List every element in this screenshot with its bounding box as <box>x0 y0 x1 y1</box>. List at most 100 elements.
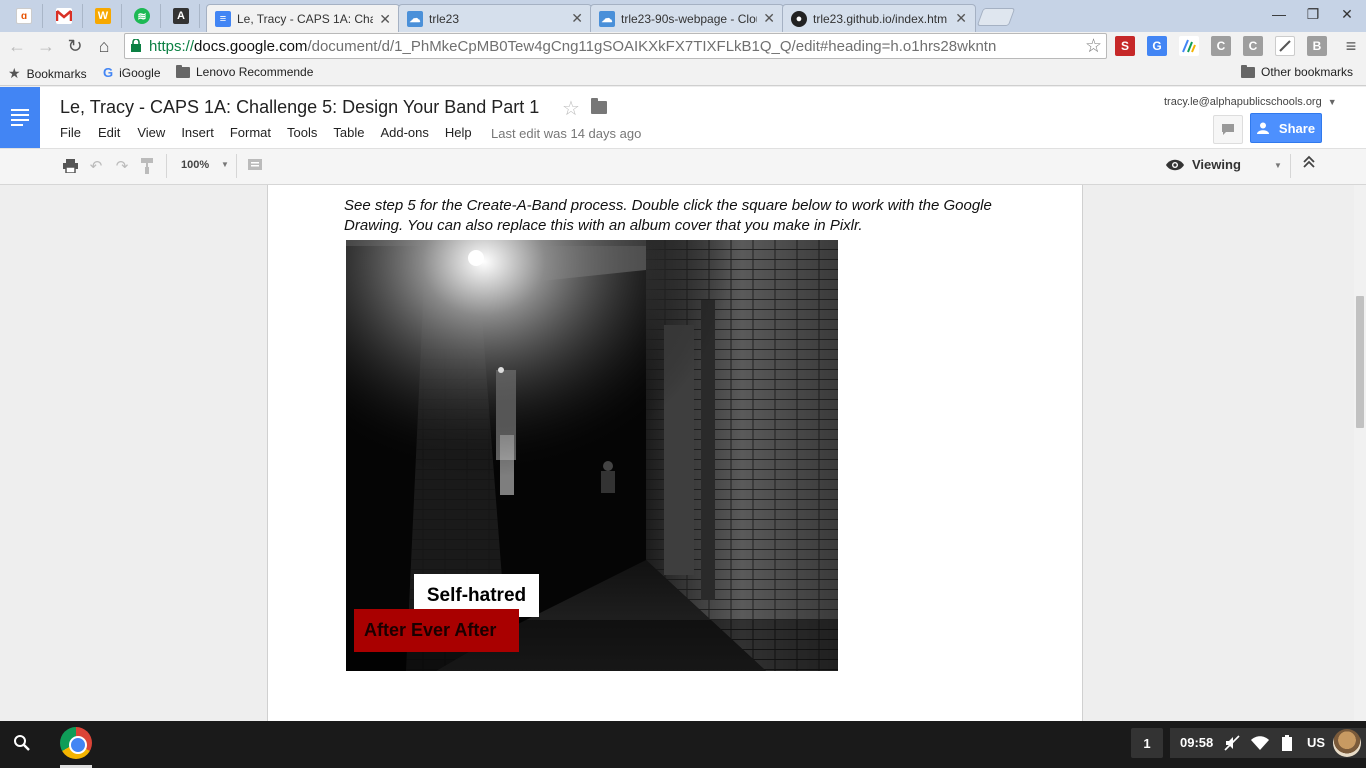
chrome-menu-icon[interactable]: ≡ <box>1342 36 1360 57</box>
docs-home-button[interactable] <box>0 87 40 148</box>
scrollbar[interactable] <box>1354 185 1366 721</box>
comment-add-icon[interactable] <box>246 157 264 175</box>
eye-icon <box>1166 159 1184 170</box>
gmail-favicon-icon <box>56 8 72 24</box>
maximize-icon[interactable]: ❐ <box>1298 6 1328 23</box>
keyboard-layout: US <box>1307 735 1326 750</box>
reload-icon[interactable]: ↻ <box>64 35 86 57</box>
chrome-app-icon[interactable] <box>60 727 92 759</box>
album-title-label: After Ever After <box>354 609 519 652</box>
account-email: tracy.le@alphapublicschools.org <box>1164 96 1322 108</box>
account-switcher[interactable]: tracy.le@alphapublicschools.org ▼ <box>1164 96 1337 108</box>
s-extension-icon[interactable]: S <box>1115 36 1135 56</box>
bookmark-label: iGoogle <box>119 65 161 80</box>
pinned-tab[interactable]: ɑ <box>6 4 43 28</box>
pinned-tab[interactable]: ≋ <box>124 4 161 28</box>
menu-help[interactable]: Help <box>445 125 472 140</box>
comment-icon <box>1222 124 1234 135</box>
tab-title: trle23.github.io/index.htm <box>813 11 948 26</box>
bookmark-label: Bookmarks <box>26 66 87 81</box>
pinned-tab[interactable]: W <box>85 4 122 28</box>
clock: 09:58 <box>1180 735 1214 750</box>
wifi-icon <box>1251 734 1269 752</box>
mode-switcher[interactable]: Viewing <box>1166 157 1241 172</box>
menu-insert[interactable]: Insert <box>181 125 214 140</box>
note-extension-icon[interactable] <box>1275 36 1295 56</box>
star-document-icon[interactable]: ☆ <box>562 96 580 121</box>
google-icon: G <box>103 65 114 80</box>
pinned-tab[interactable] <box>46 4 83 28</box>
c-extension-icon[interactable]: C <box>1211 36 1231 56</box>
bookmark-item-bookmarks[interactable]: ★ Bookmarks <box>8 65 87 82</box>
close-icon[interactable]: ✕ <box>955 10 967 27</box>
c-extension-icon[interactable]: C <box>1243 36 1263 56</box>
tab-github[interactable]: ● trle23.github.io/index.htm ✕ <box>782 4 976 32</box>
new-tab-button[interactable] <box>976 8 1016 26</box>
a-favicon-icon: A <box>173 8 189 24</box>
docs-favicon-icon: ≡ <box>215 11 231 27</box>
print-icon[interactable] <box>61 157 79 175</box>
docs-menubar: File Edit View Insert Format Tools Table… <box>60 125 472 140</box>
last-edit-link[interactable]: Last edit was 14 days ago <box>491 126 641 141</box>
folder-icon <box>1241 64 1255 78</box>
menu-add-ons[interactable]: Add-ons <box>380 125 428 140</box>
lock-icon <box>131 39 141 52</box>
close-icon[interactable]: ✕ <box>379 11 391 28</box>
folder-icon <box>176 64 190 78</box>
document-title[interactable]: Le, Tracy - CAPS 1A: Challenge 5: Design… <box>60 97 539 118</box>
menu-view[interactable]: View <box>137 125 165 140</box>
collapse-menus-icon[interactable] <box>1302 155 1316 173</box>
tab-title: Le, Tracy - CAPS 1A: Chall <box>237 12 374 26</box>
close-icon[interactable]: ✕ <box>571 10 583 27</box>
address-bar[interactable]: https://docs.google.com/document/d/1_PhM… <box>124 33 1107 59</box>
comments-button[interactable] <box>1213 115 1243 144</box>
home-icon[interactable]: ⌂ <box>93 35 115 57</box>
bookmark-label: Lenovo Recommende <box>196 65 314 79</box>
move-to-folder-icon[interactable] <box>591 98 607 114</box>
other-bookmarks[interactable]: Other bookmarks <box>1241 64 1354 79</box>
caret-down-icon[interactable]: ▼ <box>1274 161 1282 170</box>
minimize-icon[interactable]: — <box>1264 6 1294 22</box>
url-path: /document/d/1_PhMkeCpMB0Tew4gCng11gSOAIK… <box>307 38 997 55</box>
pen-extension-icon[interactable] <box>1179 36 1199 56</box>
tab-trle23[interactable]: ☁ trle23 ✕ <box>398 4 592 32</box>
undo-icon[interactable]: ↶ <box>87 157 105 175</box>
caret-down-icon: ▼ <box>1327 97 1337 107</box>
close-window-icon[interactable]: ✕ <box>1332 6 1362 23</box>
tab-cloud9-webpage[interactable]: ☁ trle23-90s-webpage - Clou ✕ <box>590 4 784 32</box>
paint-format-icon[interactable] <box>139 157 157 175</box>
url-scheme: https:// <box>149 38 195 55</box>
redo-icon[interactable]: ↷ <box>113 157 131 175</box>
menu-tools[interactable]: Tools <box>287 125 317 140</box>
instructions-text: See step 5 for the Create-A-Band process… <box>344 197 992 234</box>
toolbar-divider <box>236 154 237 178</box>
pinned-tab[interactable]: A <box>163 4 200 28</box>
menu-table[interactable]: Table <box>333 125 364 140</box>
share-button[interactable]: Share <box>1250 113 1322 143</box>
scrollbar-thumb[interactable] <box>1356 296 1364 428</box>
close-icon[interactable]: ✕ <box>763 10 775 27</box>
bookmark-star-icon[interactable]: ☆ <box>1085 35 1102 58</box>
share-label: Share <box>1278 120 1316 136</box>
github-favicon-icon: ● <box>791 10 807 27</box>
back-icon[interactable]: ← <box>6 35 28 57</box>
caret-down-icon[interactable]: ▼ <box>221 160 229 169</box>
toolbar-divider <box>1290 154 1291 178</box>
url-host: docs.google.com <box>194 38 308 55</box>
zoom-select[interactable]: 100% <box>181 159 209 171</box>
forward-icon[interactable]: → <box>35 35 57 57</box>
bookmark-item-igoogle[interactable]: G iGoogle <box>103 65 161 80</box>
translate-extension-icon[interactable]: G <box>1147 36 1167 56</box>
menu-edit[interactable]: Edit <box>98 125 120 140</box>
launcher-search-icon[interactable] <box>8 729 36 757</box>
b-extension-icon[interactable]: B <box>1307 36 1327 56</box>
battery-icon <box>1278 734 1296 752</box>
menu-format[interactable]: Format <box>230 125 271 140</box>
bookmark-item-lenovo[interactable]: Lenovo Recommende <box>176 64 314 79</box>
tab-docs[interactable]: ≡ Le, Tracy - CAPS 1A: Chall ✕ <box>206 4 400 33</box>
menu-file[interactable]: File <box>60 125 81 140</box>
notification-badge[interactable]: 1 <box>1131 728 1163 758</box>
other-bookmarks-label: Other bookmarks <box>1261 65 1354 79</box>
toolbar-divider <box>166 154 167 178</box>
mode-label: Viewing <box>1192 157 1241 172</box>
